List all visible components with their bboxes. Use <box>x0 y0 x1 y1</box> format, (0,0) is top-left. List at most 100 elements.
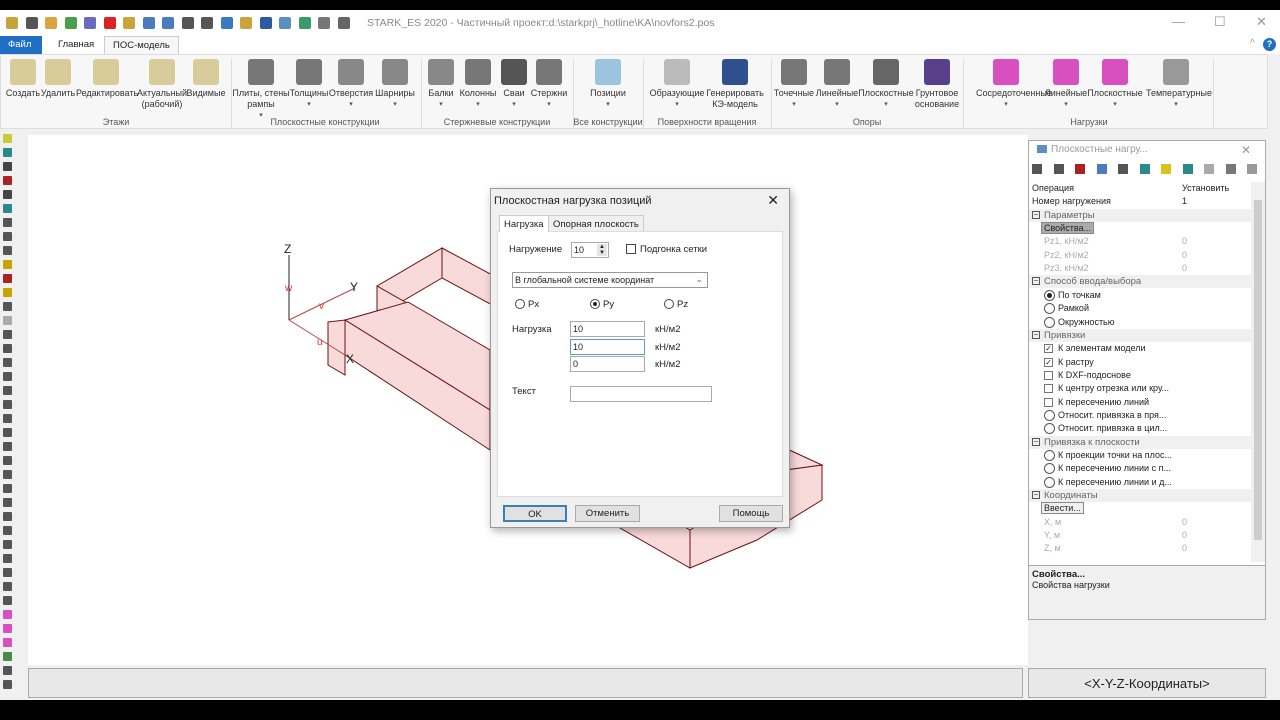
left-toolbar-icon-10[interactable] <box>3 274 12 283</box>
quick-access-icon-13[interactable] <box>259 17 272 29</box>
quick-access-icon-12[interactable] <box>240 17 252 29</box>
radio-button[interactable] <box>1044 303 1055 315</box>
close-button[interactable]: ✕ <box>1256 14 1267 30</box>
property-row[interactable]: − Способ ввода/выбора <box>1029 275 1251 289</box>
left-toolbar-icon-20[interactable] <box>3 414 12 423</box>
property-row[interactable]: К DXF-подоснове <box>1029 369 1251 382</box>
ribbon-button-point-load[interactable]: Сосредоточенные ▾ <box>976 59 1052 110</box>
property-row[interactable]: Pz3, кН/м2 0 <box>1029 262 1251 275</box>
left-toolbar-icon-3[interactable] <box>3 176 12 185</box>
quick-access-icon-3[interactable] <box>64 17 77 29</box>
left-toolbar-icon-9[interactable] <box>3 260 12 269</box>
spinner-arrows-icon[interactable]: ▲ ▼ <box>597 244 607 256</box>
collapse-icon[interactable]: − <box>1032 330 1040 339</box>
left-toolbar-icon-35[interactable] <box>3 624 12 633</box>
property-row[interactable]: Ввести... <box>1029 502 1251 515</box>
load-input-1[interactable]: 10 <box>570 321 645 337</box>
property-row[interactable]: Pz1, кН/м2 0 <box>1029 235 1251 248</box>
left-toolbar-icon-14[interactable] <box>3 330 12 339</box>
radio-button[interactable] <box>1044 476 1055 488</box>
load-input-3[interactable]: 0 <box>570 356 645 372</box>
tab-pos-model[interactable]: ПОС-модель <box>104 36 179 54</box>
left-toolbar-icon-7[interactable] <box>3 232 12 241</box>
left-toolbar-icon-28[interactable] <box>3 526 12 535</box>
panel-tool-icon-7[interactable] <box>1182 164 1193 174</box>
left-toolbar-icon-8[interactable] <box>3 246 12 255</box>
radio-button[interactable] <box>1044 316 1055 328</box>
property-row[interactable]: Pz2, кН/м2 0 <box>1029 249 1251 262</box>
help-icon[interactable]: ? <box>1263 38 1276 51</box>
property-row[interactable]: Свойства... <box>1029 222 1251 235</box>
ribbon-button-bars[interactable]: Стержни ▾ <box>519 59 579 110</box>
ribbon-button-generate-fe[interactable]: Генерировать КЭ-модель <box>705 59 765 110</box>
property-row[interactable]: Относит. привязка в пря... <box>1029 409 1251 422</box>
left-toolbar-icon-19[interactable] <box>3 400 12 409</box>
panel-tool-icon-10[interactable] <box>1247 164 1257 174</box>
left-toolbar-icon-23[interactable] <box>3 456 12 465</box>
left-toolbar-icon-26[interactable] <box>3 498 12 507</box>
property-row[interactable]: К центру отрезка или кру... <box>1029 382 1251 395</box>
left-toolbar-icon-13[interactable] <box>3 316 12 325</box>
collapse-icon[interactable]: − <box>1032 491 1040 500</box>
property-row[interactable]: Рамкой <box>1029 302 1251 315</box>
collapse-icon[interactable]: − <box>1032 437 1040 446</box>
text-input[interactable] <box>570 386 712 402</box>
checkbox[interactable]: ✓ <box>1044 357 1053 367</box>
left-toolbar-icon-1[interactable] <box>3 148 12 157</box>
slab-end-face[interactable] <box>327 319 346 376</box>
property-button[interactable]: Свойства... <box>1041 222 1095 235</box>
ribbon-button-generatrix[interactable]: Образующие ▾ <box>647 59 707 110</box>
radio-button[interactable] <box>1044 423 1055 435</box>
panel-tool-icon-8[interactable] <box>1204 164 1214 174</box>
mesh-fit-checkbox[interactable] <box>626 244 636 254</box>
property-row[interactable]: X, м 0 <box>1029 516 1251 529</box>
left-toolbar-icon-38[interactable] <box>3 666 12 675</box>
left-toolbar-icon-29[interactable] <box>3 540 12 549</box>
property-row[interactable]: Относит. привязка в цил... <box>1029 422 1251 435</box>
left-toolbar-icon-5[interactable] <box>3 204 12 213</box>
minimize-button[interactable]: — <box>1172 14 1185 29</box>
tab-home[interactable]: Главная <box>50 36 102 54</box>
radio-button[interactable] <box>1044 289 1055 301</box>
cancel-button[interactable]: Отменить <box>575 505 640 522</box>
property-row[interactable]: ✓ К элементам модели <box>1029 342 1251 355</box>
panel-close-button[interactable]: ✕ <box>1241 143 1251 157</box>
quick-access-icon-6[interactable] <box>123 17 135 29</box>
left-toolbar-icon-15[interactable] <box>3 344 12 353</box>
left-toolbar-icon-12[interactable] <box>3 302 12 311</box>
loadcase-spinner[interactable]: 10 ▲ ▼ <box>571 242 609 258</box>
maximize-button[interactable]: ☐ <box>1214 14 1226 30</box>
left-toolbar-icon-34[interactable] <box>3 610 12 619</box>
panel-tool-icon-5[interactable] <box>1139 164 1150 174</box>
collapse-ribbon-icon[interactable]: ^ <box>1250 38 1255 49</box>
quick-access-icon-14[interactable] <box>279 17 291 29</box>
panel-tool-icon-6[interactable] <box>1161 164 1171 174</box>
quick-access-icon-0[interactable] <box>6 17 18 29</box>
radio-button[interactable] <box>1044 463 1055 475</box>
ribbon-button-floor-visible[interactable]: Видимые <box>176 59 236 99</box>
property-row[interactable]: − Привязка к плоскости <box>1029 435 1251 449</box>
property-row[interactable]: Операция Установить <box>1029 182 1251 195</box>
left-toolbar-icon-32[interactable] <box>3 582 12 591</box>
property-scrollbar[interactable] <box>1251 182 1265 562</box>
left-toolbar-icon-36[interactable] <box>3 638 12 647</box>
tab-file[interactable]: Файл <box>0 36 42 54</box>
ok-button[interactable]: OK <box>503 505 567 522</box>
ribbon-button-positions[interactable]: Позиции ▾ <box>578 59 638 110</box>
property-row[interactable]: ✓ К растру <box>1029 356 1251 369</box>
quick-access-icon-10[interactable] <box>201 17 213 29</box>
ribbon-button-floor-edit[interactable]: Редактировать <box>76 59 138 99</box>
left-toolbar-icon-27[interactable] <box>3 512 12 521</box>
quick-access-icon-7[interactable] <box>142 17 155 29</box>
property-row[interactable]: По точкам <box>1029 289 1251 302</box>
left-toolbar-icon-22[interactable] <box>3 442 12 451</box>
quick-access-icon-11[interactable] <box>220 17 233 29</box>
property-row[interactable]: К пересечению линии и д... <box>1029 476 1251 489</box>
quick-access-icon-8[interactable] <box>162 17 174 29</box>
quick-access-icon-16[interactable] <box>318 17 330 29</box>
radio-button[interactable] <box>1044 450 1055 461</box>
property-row[interactable]: Z, м 0 <box>1029 542 1251 555</box>
checkbox[interactable] <box>1044 397 1053 407</box>
quick-access-icon-17[interactable] <box>337 17 350 29</box>
property-row[interactable]: Номер нагружения 1 <box>1029 195 1251 208</box>
